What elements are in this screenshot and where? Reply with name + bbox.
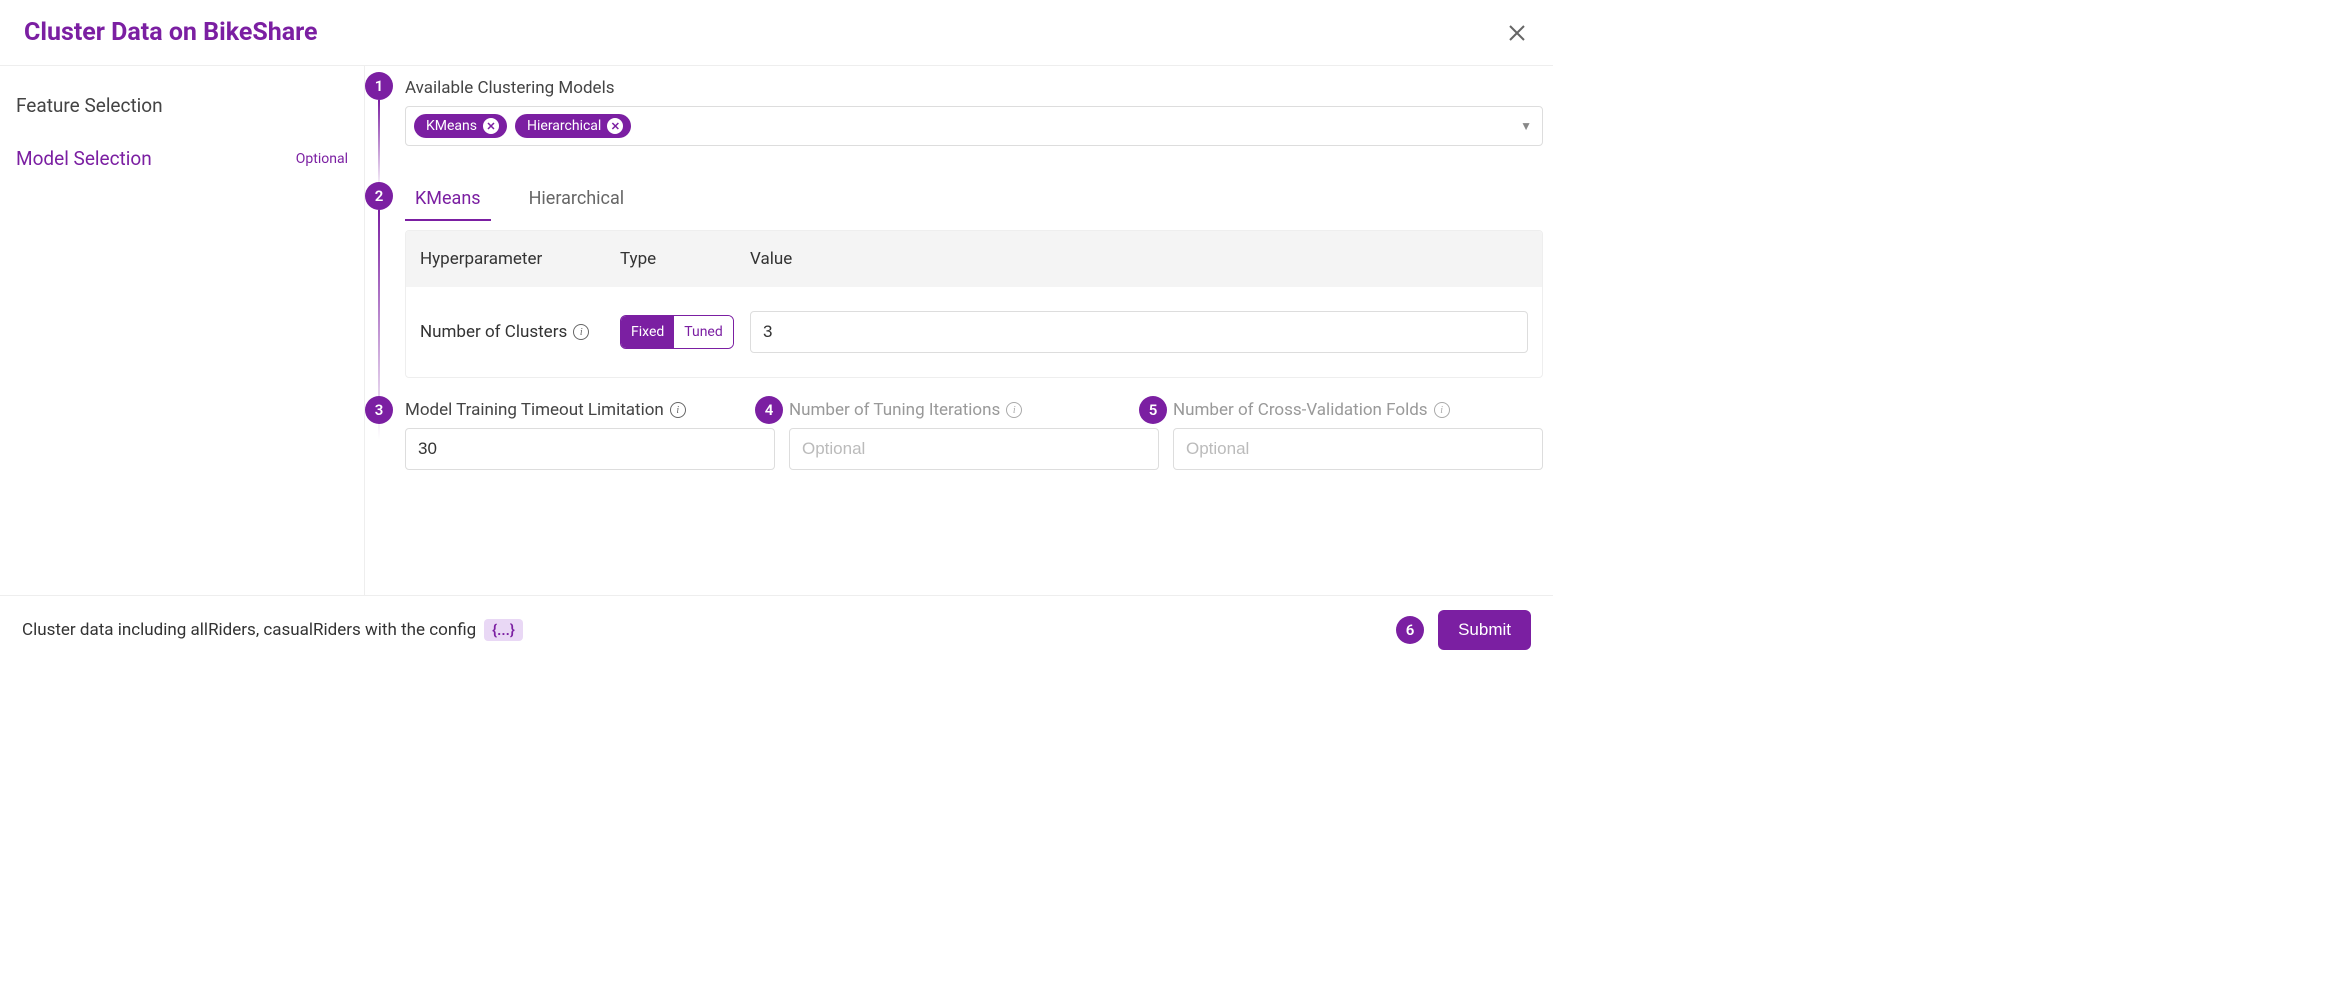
sidebar-item-label: Feature Selection [16,94,163,117]
info-icon[interactable]: i [573,324,589,340]
dialog-body: Feature Selection Model Selection Option… [0,66,1553,604]
tab-hierarchical[interactable]: Hierarchical [519,180,635,221]
iterations-label-text: Number of Tuning Iterations [789,400,1000,420]
param-timeout: 3 Model Training Timeout Limitation i [405,400,775,470]
chip-label: KMeans [426,118,477,134]
toggle-fixed[interactable]: Fixed [621,316,674,348]
submit-button[interactable]: Submit [1438,610,1531,650]
step-badge-2: 2 [365,182,393,210]
iterations-label: Number of Tuning Iterations i [789,400,1159,420]
dialog-header: Cluster Data on BikeShare [0,0,1553,66]
footer-summary: Cluster data including allRiders, casual… [22,619,523,641]
clusters-value-input[interactable] [750,311,1528,353]
close-icon[interactable] [1505,21,1529,45]
sidebar-item-feature-selection[interactable]: Feature Selection [16,84,348,137]
hp-type-toggle: Fixed Tuned [620,315,750,349]
timeout-label-text: Model Training Timeout Limitation [405,400,664,420]
step-connector [378,100,380,190]
col-header-value: Value [750,249,1528,269]
folds-label: Number of Cross-Validation Folds i [1173,400,1543,420]
table-row: Number of Clusters i Fixed Tuned [406,287,1542,377]
dialog-footer: Cluster data including allRiders, casual… [0,595,1553,664]
timeout-label: Model Training Timeout Limitation i [405,400,775,420]
param-folds: 5 Number of Cross-Validation Folds i [1173,400,1543,470]
model-tabs: KMeans Hierarchical [405,180,1543,222]
config-chip[interactable]: {...} [484,619,523,641]
step-badge-5: 5 [1139,396,1167,424]
info-icon[interactable]: i [1434,402,1450,418]
training-params-row: 3 Model Training Timeout Limitation i 4 … [365,400,1543,470]
hyperparameter-table: Hyperparameter Type Value Number of Clus… [405,230,1543,378]
chip-remove-icon[interactable]: ✕ [483,118,499,134]
col-header-type: Type [620,249,750,269]
table-header-row: Hyperparameter Type Value [406,231,1542,287]
step-badge-4: 4 [755,396,783,424]
chevron-down-icon[interactable]: ▼ [1520,119,1532,133]
hp-value-cell [750,311,1528,353]
info-icon[interactable]: i [1006,402,1022,418]
timeout-input[interactable] [405,428,775,470]
footer-summary-text: Cluster data including allRiders, casual… [22,620,476,640]
info-icon[interactable]: i [670,402,686,418]
hyperparameter-name: Number of Clusters i [420,322,620,342]
tab-kmeans[interactable]: KMeans [405,180,491,221]
step-badge-6: 6 [1396,616,1424,644]
available-models-label: Available Clustering Models [405,78,1543,98]
fixed-tuned-toggle: Fixed Tuned [620,315,734,349]
footer-actions: 6 Submit [1396,610,1531,650]
toggle-tuned[interactable]: Tuned [674,316,732,348]
folds-label-text: Number of Cross-Validation Folds [1173,400,1428,420]
chip-remove-icon[interactable]: ✕ [607,118,623,134]
model-chip-kmeans: KMeans ✕ [414,114,507,138]
param-iterations: 4 Number of Tuning Iterations i [789,400,1159,470]
sidebar-item-label: Model Selection [16,147,152,170]
step-badge-1: 1 [365,72,393,100]
iterations-input[interactable] [789,428,1159,470]
page-title: Cluster Data on BikeShare [24,18,318,47]
folds-input[interactable] [1173,428,1543,470]
section-model-config: 2 KMeans Hierarchical Hyperparameter Typ… [365,180,1543,378]
sidebar: Feature Selection Model Selection Option… [0,66,365,604]
model-chip-hierarchical: Hierarchical ✕ [515,114,631,138]
available-models-select[interactable]: KMeans ✕ Hierarchical ✕ ▼ [405,106,1543,146]
section-available-models: 1 Available Clustering Models KMeans ✕ H… [365,72,1543,146]
main-panel: 1 Available Clustering Models KMeans ✕ H… [365,66,1553,604]
hp-name-text: Number of Clusters [420,322,567,342]
sidebar-item-model-selection[interactable]: Model Selection Optional [16,137,348,190]
step-badge-3: 3 [365,396,393,424]
chip-label: Hierarchical [527,118,601,134]
col-header-hyperparameter: Hyperparameter [420,249,620,269]
sidebar-item-optional-tag: Optional [296,151,348,167]
